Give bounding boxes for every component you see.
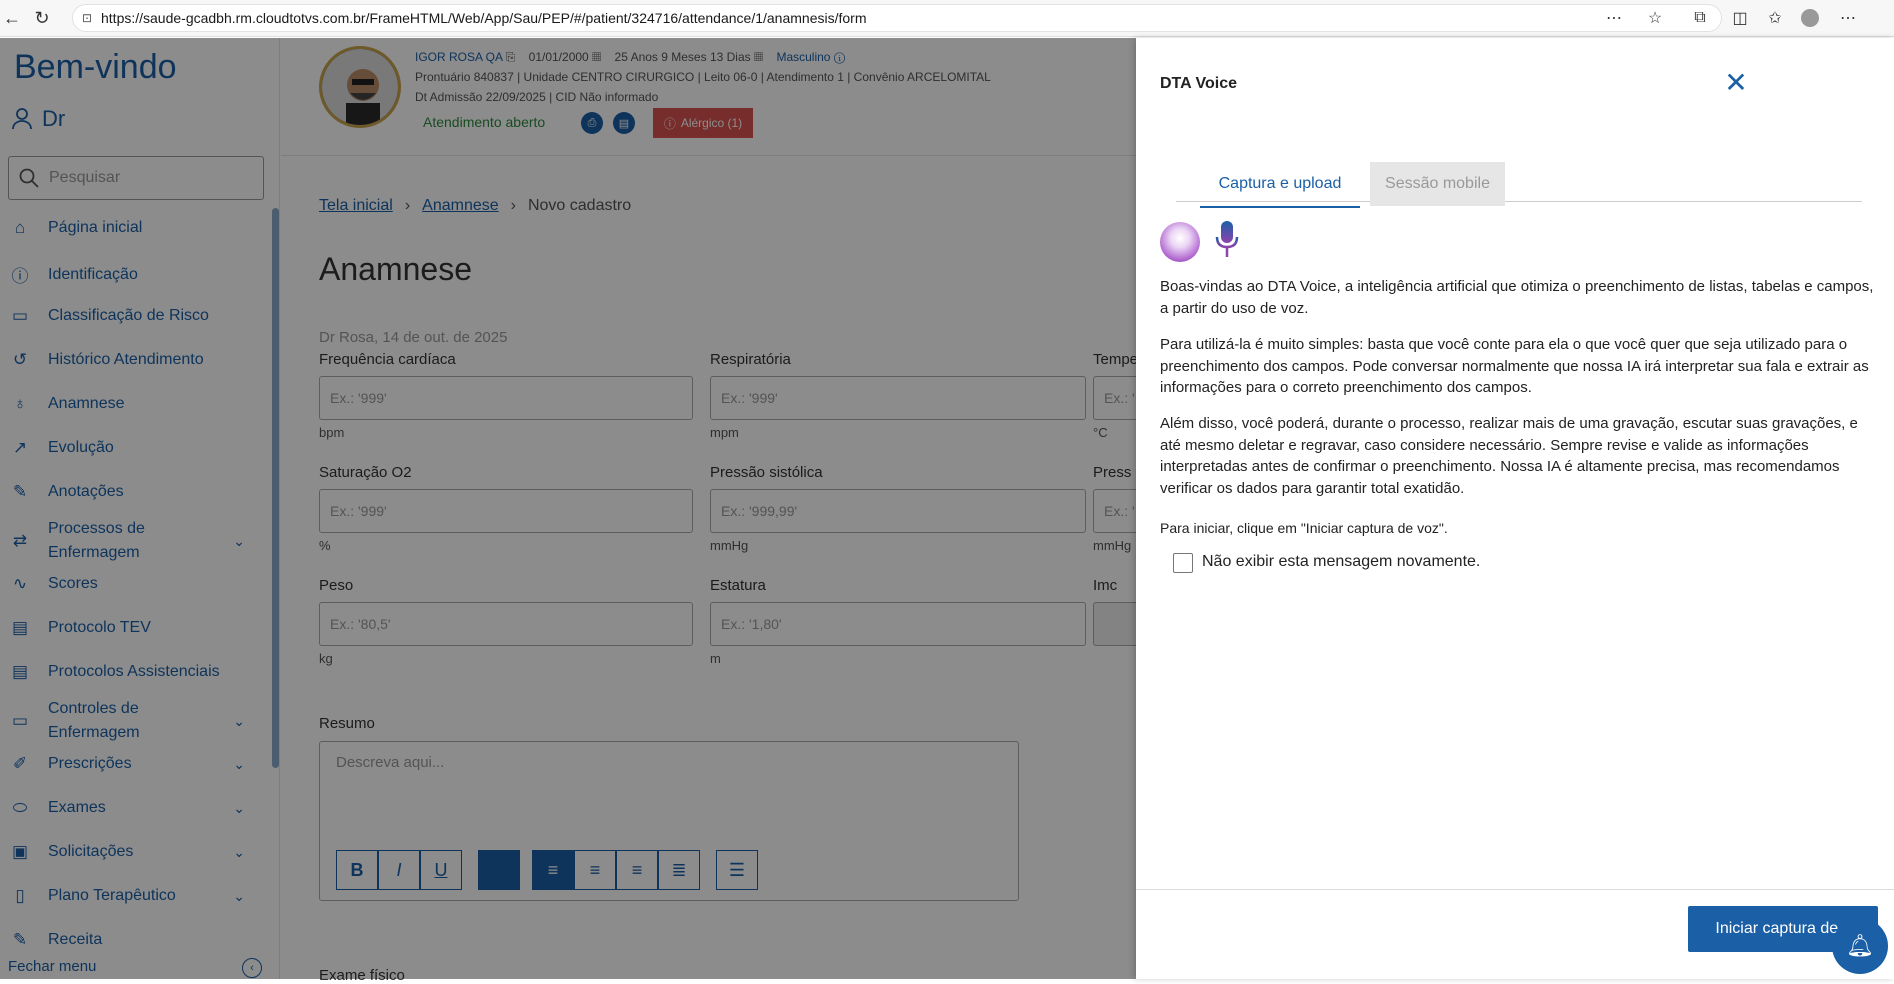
- drawer-tabs: Captura e upload Sessão mobile: [1176, 162, 1862, 208]
- microphone-icon[interactable]: [1214, 219, 1240, 263]
- settings-menu-icon[interactable]: ⋯: [1838, 8, 1858, 28]
- browser-toolbar: ← ↻ ⊡ https://saude-gcadbh.rm.cloudtotvs…: [0, 0, 1894, 37]
- dont-show-checkbox[interactable]: [1173, 553, 1193, 573]
- more-actions-icon[interactable]: ⋯: [1604, 8, 1624, 28]
- tab-captura-upload[interactable]: Captura e upload: [1200, 162, 1360, 208]
- favorite-star-icon[interactable]: ☆: [1645, 8, 1665, 28]
- drawer-title: DTA Voice: [1160, 75, 1238, 92]
- site-info-icon[interactable]: ⊡: [82, 5, 92, 31]
- tab-sessao-mobile[interactable]: Sessão mobile: [1370, 162, 1505, 206]
- extensions-icon[interactable]: ⧉: [1690, 8, 1710, 28]
- intro-paragraph-2: Para utilizá-la é muito simples: basta q…: [1160, 336, 1869, 397]
- dta-voice-drawer: DTA Voice ✕ Captura e upload Sessão mobi…: [1136, 38, 1894, 979]
- intro-paragraph-1: Boas-vindas ao DTA Voice, a inteligência…: [1160, 278, 1874, 317]
- drawer-footer-divider: [1136, 889, 1894, 890]
- start-button-label: Iniciar captura de v: [1715, 920, 1851, 937]
- back-icon[interactable]: ←: [0, 6, 24, 30]
- address-bar[interactable]: ⊡ https://saude-gcadbh.rm.cloudtotvs.com…: [72, 4, 1722, 32]
- refresh-icon[interactable]: ↻: [30, 6, 54, 30]
- ai-orb-icon: [1160, 222, 1200, 262]
- start-instruction: Para iniciar, clique em "Iniciar captura…: [1160, 520, 1448, 536]
- notification-bell-icon[interactable]: 🔔︎: [1832, 918, 1888, 974]
- favorites-icon[interactable]: ✩: [1765, 8, 1785, 28]
- split-screen-icon[interactable]: ◫: [1730, 8, 1750, 28]
- close-icon[interactable]: ✕: [1718, 64, 1754, 100]
- modal-backdrop[interactable]: [0, 38, 1136, 979]
- profile-icon[interactable]: [1800, 8, 1820, 28]
- url-text: https://saude-gcadbh.rm.cloudtotvs.com.b…: [101, 10, 867, 26]
- dont-show-label[interactable]: Não exibir esta mensagem novamente.: [1202, 553, 1480, 571]
- intro-paragraph-3: Além disso, você poderá, durante o proce…: [1160, 415, 1858, 497]
